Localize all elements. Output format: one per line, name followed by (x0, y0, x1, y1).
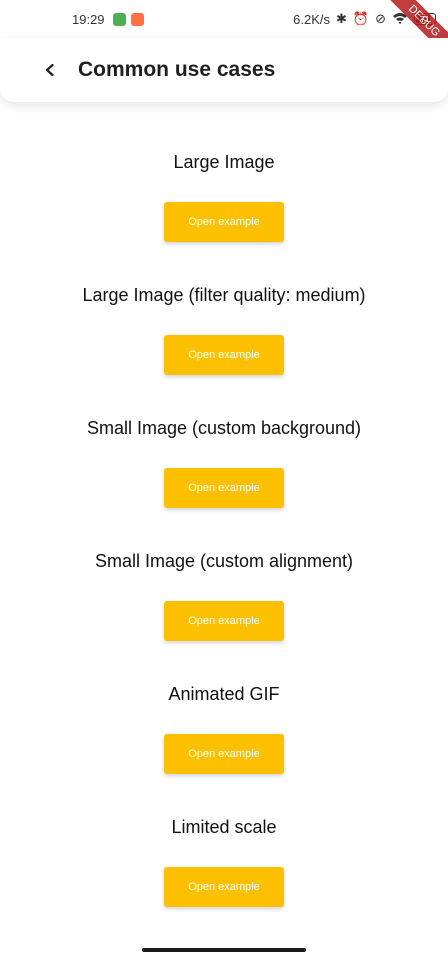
open-example-button[interactable]: Open example (164, 202, 284, 242)
net-speed: 6.2K/s (293, 11, 330, 27)
case-title: Small Image (custom background) (86, 418, 362, 438)
screen: 19:29 6.2K/s ✱ ⏰ ⊘ 71 DEBUG Common use c… (0, 0, 448, 960)
case-title: Limited scale (171, 817, 277, 837)
case-title: Animated GIF (168, 684, 280, 704)
list-item: Small Image (custom background) Open exa… (87, 416, 361, 549)
case-title: Small Image (custom alignment) (94, 551, 354, 571)
battery-level: 71 (420, 14, 430, 24)
case-title: Large Image (filter quality: medium) (82, 285, 366, 305)
navigation-bar (0, 940, 448, 960)
case-list: Large Image Open example Large Image (fi… (0, 150, 448, 948)
open-example-button[interactable]: Open example (164, 734, 284, 774)
status-bar: 19:29 6.2K/s ✱ ⏰ ⊘ 71 (0, 0, 448, 38)
list-item: Small Image (custom alignment) Open exam… (95, 549, 353, 682)
open-example-button[interactable]: Open example (164, 335, 284, 375)
list-item: Large Image Open example (164, 150, 284, 283)
list-item: Limited scale Open example (164, 815, 284, 948)
list-item: Animated GIF Open example (164, 682, 284, 815)
mute-icon: ⊘ (375, 11, 386, 26)
open-example-button[interactable]: Open example (164, 601, 284, 641)
case-title: Large Image (173, 152, 275, 172)
open-example-button[interactable]: Open example (164, 468, 284, 508)
list-item: Large Image (filter quality: medium) Ope… (82, 283, 366, 416)
home-indicator[interactable] (142, 948, 306, 952)
app-notification-icon (130, 12, 144, 26)
status-time: 19:29 (72, 11, 105, 27)
notification-icon (112, 12, 126, 26)
page-title: Common use cases (78, 58, 276, 81)
open-example-button[interactable]: Open example (164, 867, 284, 907)
chevron-left-icon[interactable] (36, 56, 64, 84)
alarm-icon: ⏰ (352, 11, 370, 26)
app-bar: Common use cases (0, 38, 448, 102)
bluetooth-icon: ✱ (336, 11, 347, 26)
